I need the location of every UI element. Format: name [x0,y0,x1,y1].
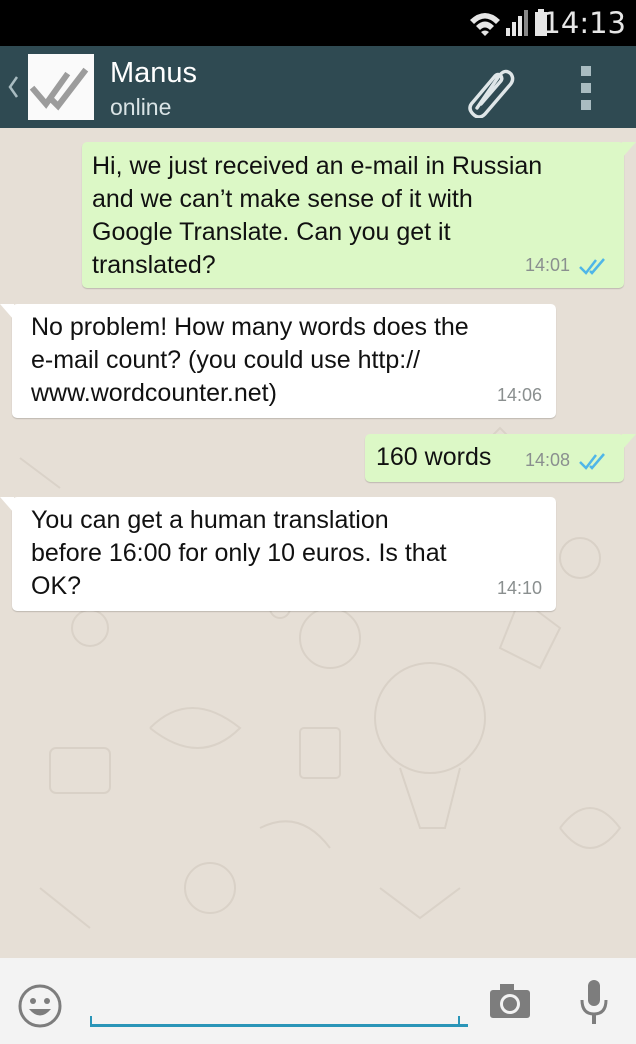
message-meta: 14:01 [525,249,610,282]
status-bar: 14:13 [0,0,636,46]
bubble-tail [0,497,14,513]
message-time: 14:06 [496,385,542,405]
message-text: 160 words [376,443,492,471]
paperclip-icon[interactable] [463,62,515,118]
contact-name[interactable]: Manus [110,56,197,90]
smiley-icon[interactable] [16,982,64,1030]
message-meta: 14:08 [525,444,610,477]
message-meta: 14:06 [497,379,542,412]
message-text: Hi, we just received an e-mail in Russia… [92,152,543,279]
overflow-menu-icon[interactable] [578,66,594,110]
message-time: 14:01 [524,255,570,275]
status-icons [468,8,548,38]
message-bubble-outgoing[interactable]: Hi, we just received an e-mail in Russia… [82,142,636,288]
message-bubble-incoming[interactable]: No problem! How many words does the e-ma… [0,304,556,418]
message-time: 14:10 [496,578,542,598]
message-input[interactable] [90,980,468,1027]
input-edge-right [458,1016,460,1026]
double-check-icon [29,67,89,111]
message-text: No problem! How many words does the e-ma… [31,313,469,407]
bubble-tail [0,304,14,320]
avatar[interactable] [28,54,94,120]
bubble-tail [622,434,636,450]
chat-area[interactable]: Hi, we just received an e-mail in Russia… [0,128,636,958]
message-time: 14:08 [524,450,570,470]
status-time: 14:13 [542,6,626,40]
wifi-icon [470,13,500,36]
message-bubble-incoming[interactable]: You can get a human translation before 1… [0,497,556,611]
chevron-left-icon[interactable] [6,74,20,100]
chat-header: Manus online [0,46,636,128]
input-edge-left [90,1016,92,1026]
bubble-tail [622,142,636,158]
message-text: You can get a human translation before 1… [31,506,447,600]
read-receipt-icon [579,452,605,470]
signal-icon [506,10,528,36]
contact-status: online [110,94,172,120]
message-meta: 14:10 [497,572,542,605]
message-bubble-outgoing[interactable]: 160 words 14:08 [365,434,636,482]
camera-icon[interactable] [488,982,532,1020]
compose-bar [0,958,636,1044]
read-receipt-icon [579,257,605,275]
microphone-icon[interactable] [578,978,610,1026]
